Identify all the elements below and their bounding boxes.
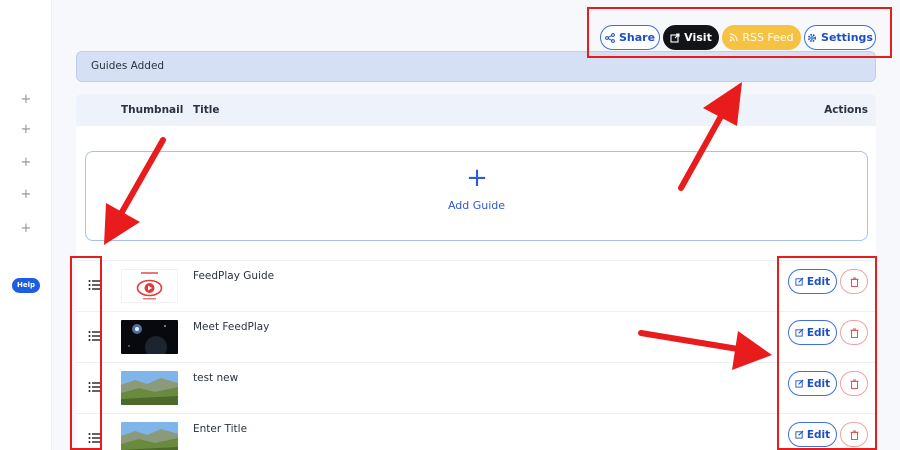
- table-row: FeedPlay Guide Edit: [76, 260, 876, 310]
- delete-button[interactable]: [840, 320, 868, 345]
- external-link-icon: [670, 32, 680, 43]
- plus-icon[interactable]: +: [18, 122, 34, 138]
- plus-icon[interactable]: +: [18, 92, 34, 108]
- edit-label: Edit: [806, 428, 831, 441]
- edit-button[interactable]: Edit: [788, 269, 837, 294]
- rss-feed-label: RSS Feed: [742, 31, 794, 44]
- drag-handle-icon[interactable]: [88, 431, 102, 445]
- gear-icon: [808, 33, 817, 42]
- row-title: Enter Title: [193, 423, 248, 435]
- trash-icon: [850, 379, 858, 389]
- trash-icon: [850, 328, 858, 338]
- share-label: Share: [618, 31, 656, 44]
- table-header: Thumbnail Title Actions: [76, 94, 876, 126]
- table-row: Meet FeedPlay Edit: [76, 311, 876, 361]
- guides-table: Thumbnail Title Actions + Add Guide Feed…: [76, 94, 876, 450]
- share-button[interactable]: Share: [600, 25, 660, 50]
- thumbnail-image: [121, 422, 178, 450]
- edit-label: Edit: [806, 275, 831, 288]
- share-icon: [605, 32, 615, 43]
- trash-icon: [850, 430, 858, 440]
- rss-feed-button[interactable]: RSS Feed: [722, 25, 801, 50]
- row-title: test new: [193, 372, 239, 384]
- section-title: Guides Added: [76, 51, 876, 82]
- row-title: Meet FeedPlay: [193, 321, 270, 333]
- plus-icon[interactable]: +: [18, 187, 34, 203]
- thumbnail-image: [121, 320, 178, 354]
- delete-button[interactable]: [840, 422, 868, 447]
- edit-button[interactable]: Edit: [788, 422, 837, 447]
- plus-icon[interactable]: +: [18, 155, 34, 171]
- table-row: test new Edit: [76, 362, 876, 412]
- thumbnail-image: [121, 371, 178, 405]
- plus-icon[interactable]: +: [18, 221, 34, 237]
- column-header-actions: Actions: [824, 104, 868, 116]
- row-title: FeedPlay Guide: [193, 270, 275, 282]
- visit-button[interactable]: Visit: [663, 25, 719, 50]
- main-content: Share Visit RSS Feed Settings Guides Add…: [52, 0, 900, 450]
- drag-handle-icon[interactable]: [88, 380, 102, 394]
- edit-button[interactable]: Edit: [788, 320, 837, 345]
- plus-icon: +: [466, 163, 488, 193]
- visit-label: Visit: [684, 31, 712, 44]
- edit-icon: [795, 379, 804, 388]
- edit-icon: [795, 430, 804, 439]
- edit-label: Edit: [806, 377, 831, 390]
- column-header-thumbnail: Thumbnail: [121, 104, 184, 116]
- drag-handle-icon[interactable]: [88, 278, 102, 292]
- edit-icon: [795, 328, 804, 337]
- column-header-title: Title: [193, 104, 220, 116]
- help-button[interactable]: Help: [12, 278, 40, 293]
- edit-icon: [795, 277, 804, 286]
- delete-button[interactable]: [840, 371, 868, 396]
- delete-button[interactable]: [840, 269, 868, 294]
- left-sidebar: + + + + + Help: [0, 0, 52, 450]
- edit-button[interactable]: Edit: [788, 371, 837, 396]
- thumbnail-image: [121, 269, 178, 303]
- settings-button[interactable]: Settings: [804, 25, 876, 50]
- rss-icon: [730, 33, 738, 42]
- settings-label: Settings: [821, 31, 873, 44]
- drag-handle-icon[interactable]: [88, 329, 102, 343]
- add-guide-label: Add Guide: [447, 199, 506, 212]
- table-row: Enter Title Edit: [76, 413, 876, 450]
- edit-label: Edit: [806, 326, 831, 339]
- trash-icon: [850, 277, 858, 287]
- add-guide-button[interactable]: + Add Guide: [85, 151, 868, 241]
